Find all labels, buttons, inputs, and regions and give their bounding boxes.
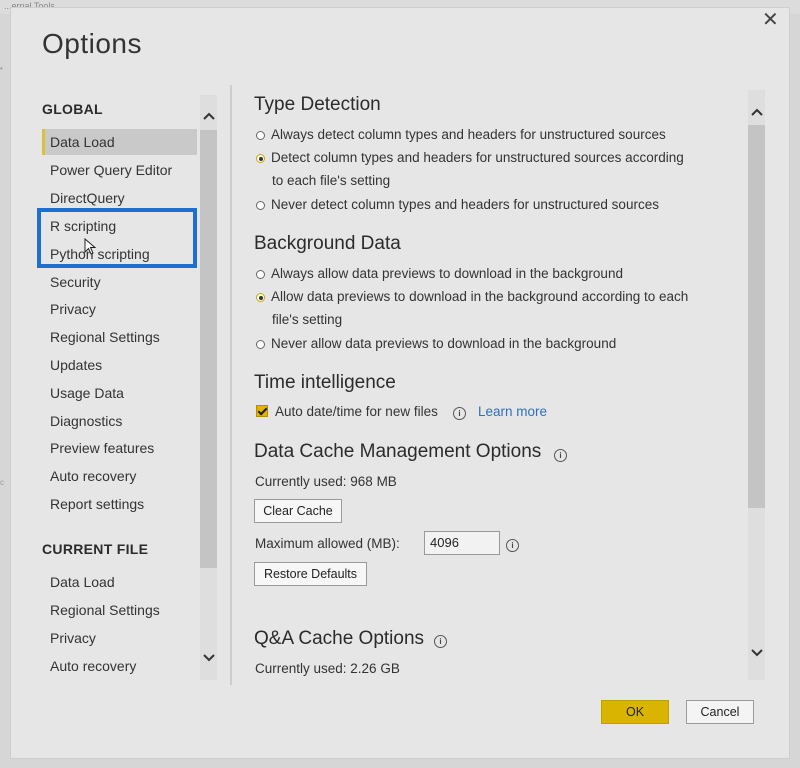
nav-scroll-up-icon[interactable]: [200, 108, 217, 124]
dialog-title: Options: [42, 28, 142, 59]
auto-datetime-checkbox[interactable]: [256, 405, 268, 417]
nav-item-security[interactable]: Security: [42, 269, 197, 295]
learn-more-link[interactable]: Learn more: [478, 404, 547, 419]
nav-item-data-load[interactable]: Data Load: [42, 129, 197, 155]
radio-option-type-always[interactable]: Always detect column types and headers f…: [256, 123, 726, 146]
nav-item-regional-settings[interactable]: Regional Settings: [42, 324, 197, 350]
nav-item-label: Auto recovery: [50, 658, 137, 674]
section-title-background-data: Background Data: [254, 233, 401, 254]
data-cache-currently-used: Currently used: 968 MB: [255, 474, 397, 489]
nav-item-preview-features[interactable]: Preview features: [42, 435, 197, 461]
max-allowed-label: Maximum allowed (MB):: [255, 536, 400, 551]
radio-label: Always detect column types and headers f…: [271, 127, 666, 142]
nav-item-label: R scripting: [50, 218, 117, 234]
auto-datetime-label: Auto date/time for new files: [275, 404, 438, 419]
nav-item-directquery[interactable]: DirectQuery: [42, 185, 197, 211]
radio-option-bg-always[interactable]: Always allow data previews to download i…: [256, 262, 726, 285]
nav-item-label: Power Query Editor: [50, 162, 173, 178]
radio-label-continued: to each file's setting: [272, 173, 391, 188]
nav-scroll-down-icon[interactable]: [200, 650, 217, 666]
nav-item-label: Usage Data: [50, 385, 124, 401]
max-allowed-input[interactable]: 4096: [424, 531, 500, 555]
nav-item-report-settings[interactable]: Report settings: [42, 491, 197, 517]
content-scroll-up-icon[interactable]: [748, 104, 765, 120]
radio-option-bg-per-file[interactable]: Allow data previews to download in the b…: [256, 285, 726, 331]
restore-defaults-button[interactable]: Restore Defaults: [254, 562, 367, 586]
radio-option-type-never[interactable]: Never detect column types and headers fo…: [256, 193, 726, 216]
nav-item-label: Auto recovery: [50, 468, 137, 484]
qa-cache-currently-used: Currently used: 2.26 GB: [255, 661, 400, 676]
nav-item-r-scripting[interactable]: R scripting: [42, 213, 197, 239]
info-icon[interactable]: i: [506, 536, 519, 552]
info-icon[interactable]: i: [453, 404, 466, 420]
mouse-cursor-icon: [84, 238, 97, 255]
radio-button[interactable]: [256, 201, 265, 210]
clear-cache-button[interactable]: Clear Cache: [254, 499, 342, 523]
nav-item-label: Python scripting: [50, 246, 150, 262]
info-icon[interactable]: i: [554, 446, 567, 462]
nav-item-label: Regional Settings: [50, 602, 160, 618]
cancel-button[interactable]: Cancel: [686, 700, 754, 724]
content-scrollbar-thumb[interactable]: [748, 125, 765, 508]
nav-item-python-scripting[interactable]: Python scripting: [42, 241, 197, 267]
nav-item-updates[interactable]: Updates: [42, 352, 197, 378]
ok-button[interactable]: OK: [601, 700, 669, 724]
radio-option-type-per-file[interactable]: Detect column types and headers for unst…: [256, 146, 726, 192]
radio-button[interactable]: [256, 131, 265, 140]
section-title-data-cache: Data Cache Management Options: [254, 441, 542, 462]
radio-label: Never detect column types and headers fo…: [271, 197, 659, 212]
close-icon[interactable]: ✕: [762, 10, 779, 30]
nav-item-diagnostics[interactable]: Diagnostics: [42, 408, 197, 434]
nav-item-label: Data Load: [50, 574, 115, 590]
nav-scrollbar-thumb[interactable]: [200, 130, 217, 568]
nav-item-label: Privacy: [50, 630, 96, 646]
section-title-time-intelligence: Time intelligence: [254, 372, 396, 393]
radio-button[interactable]: [256, 270, 265, 279]
section-title-qa-cache: Q&A Cache Options: [254, 628, 425, 649]
radio-button-selected[interactable]: [256, 293, 265, 302]
info-icon[interactable]: i: [434, 632, 447, 648]
radio-label: Never allow data previews to download in…: [271, 336, 617, 351]
nav-item-usage-data[interactable]: Usage Data: [42, 380, 197, 406]
background-fragment: •: [0, 64, 3, 73]
panel-divider: [230, 85, 232, 685]
radio-label: Allow data previews to download in the b…: [271, 289, 689, 304]
radio-label: Always allow data previews to download i…: [271, 266, 623, 281]
radio-button-selected[interactable]: [256, 154, 265, 163]
nav-item-privacy[interactable]: Privacy: [42, 296, 197, 322]
nav-item-label: DirectQuery: [50, 190, 125, 206]
nav-item-power-query-editor[interactable]: Power Query Editor: [42, 157, 197, 183]
radio-label: Detect column types and headers for unst…: [271, 150, 684, 165]
nav-item-current-auto-recovery[interactable]: Auto recovery: [42, 653, 197, 679]
nav-item-auto-recovery[interactable]: Auto recovery: [42, 463, 197, 489]
nav-heading-global: GLOBAL: [42, 101, 103, 117]
section-title-type-detection: Type Detection: [254, 94, 381, 115]
radio-label-continued: file's setting: [272, 312, 343, 327]
nav-item-label: Data Load: [50, 134, 115, 150]
radio-option-bg-never[interactable]: Never allow data previews to download in…: [256, 332, 726, 355]
content-scroll-down-icon[interactable]: [748, 645, 765, 661]
nav-item-label: Report settings: [50, 496, 145, 512]
nav-item-current-data-load[interactable]: Data Load: [42, 569, 197, 595]
nav-item-label: Diagnostics: [50, 413, 123, 429]
nav-item-label: Preview features: [50, 440, 155, 456]
radio-button[interactable]: [256, 340, 265, 349]
nav-item-label: Security: [50, 274, 101, 290]
nav-item-label: Privacy: [50, 301, 96, 317]
nav-item-current-regional-settings[interactable]: Regional Settings: [42, 597, 197, 623]
nav-item-label: Updates: [50, 357, 103, 373]
background-fragment: c: [0, 478, 4, 487]
nav-item-current-privacy[interactable]: Privacy: [42, 625, 197, 651]
nav-item-label: Regional Settings: [50, 329, 160, 345]
nav-heading-current-file: CURRENT FILE: [42, 541, 149, 557]
